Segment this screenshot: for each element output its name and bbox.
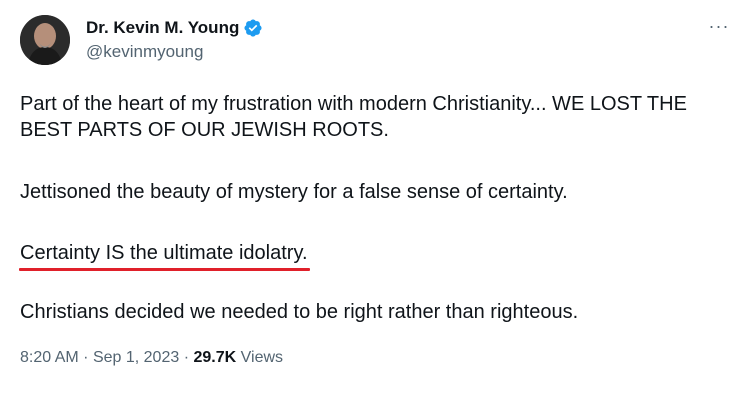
- tweet-paragraph-4: Christians decided we needed to be right…: [20, 301, 579, 323]
- views-block[interactable]: 29.7K Views: [193, 349, 283, 366]
- tweet-time: 8:20 AM: [20, 349, 79, 366]
- views-label: Views: [240, 349, 284, 366]
- tweet-metadata: 8:20 AM · Sep 1, 2023 · 29.7K Views: [20, 349, 283, 367]
- author-handle[interactable]: @kevinmyoung: [86, 42, 203, 62]
- meta-separator: ·: [183, 349, 190, 366]
- red-underline-annotation: [19, 268, 310, 271]
- meta-separator: ·: [83, 349, 89, 366]
- tweet-paragraph-1: Part of the heart of my frustration with…: [20, 93, 687, 141]
- tweet-paragraph-3: Certainty IS the ultimate idolatry.: [19, 240, 720, 271]
- highlighted-sentence-text: Certainty IS the ultimate idolatry.: [20, 242, 308, 264]
- tweet-date: Sep 1, 2023: [92, 349, 180, 366]
- verified-badge-icon[interactable]: [243, 18, 263, 38]
- highlighted-sentence: Certainty IS the ultimate idolatry.: [19, 240, 310, 271]
- avatar[interactable]: [20, 15, 70, 65]
- author-display-name[interactable]: Dr. Kevin M. Young: [86, 18, 239, 38]
- tweet-card: Dr. Kevin M. Young @kevinmyoung ··· Part…: [0, 0, 748, 393]
- tweet-paragraph-2: Jettisoned the beauty of mystery for a f…: [20, 181, 568, 203]
- tweet-time-link[interactable]: 8:20 AM · Sep 1, 2023: [20, 349, 179, 366]
- more-options-button[interactable]: ···: [706, 15, 732, 37]
- author-name-row[interactable]: Dr. Kevin M. Young: [86, 17, 263, 39]
- more-horizontal-icon: ···: [708, 15, 730, 36]
- avatar-image: [20, 15, 70, 65]
- views-count: 29.7K: [193, 349, 237, 366]
